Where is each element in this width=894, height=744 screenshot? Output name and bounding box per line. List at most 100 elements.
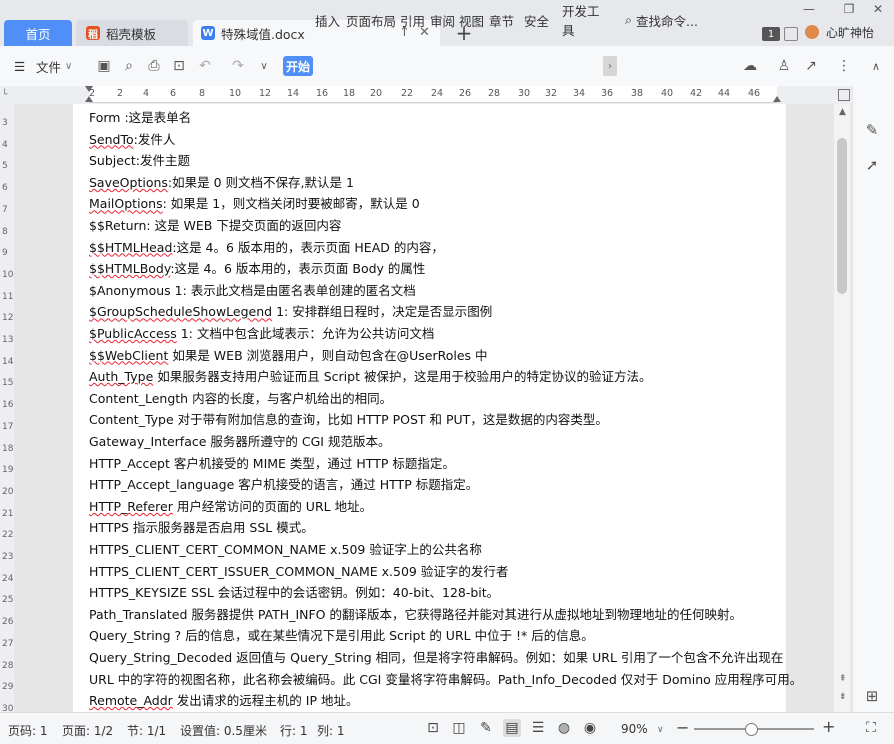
zoom-dropdown-icon[interactable]: ∨ [657, 725, 664, 735]
menu-page-layout[interactable]: 页面布局 [346, 0, 396, 40]
page-view-icon[interactable]: ▤ [503, 719, 521, 737]
menu-references[interactable]: 引用 [400, 0, 425, 40]
ruler-tick-label: 32 [545, 88, 558, 99]
document-line: HTTP_Accept 客户机接受的 MIME 类型，通过 HTTP 标题指定。 [89, 453, 455, 472]
chevron-right-icon[interactable]: › [603, 56, 617, 76]
grid-view-icon[interactable] [784, 27, 798, 41]
write-mode-icon[interactable]: ✎ [477, 719, 495, 737]
menu-view[interactable]: 视图 [459, 0, 484, 40]
outline-list-icon[interactable]: ☰ [529, 719, 547, 737]
field-name: HTTP_Accept_language [89, 477, 235, 493]
quick-access-dropdown-icon[interactable]: ∨ [256, 58, 272, 74]
document-line: $$HTMLBody:这是 4。6 版本用的，表示页面 Body 的属性 [89, 258, 425, 277]
tab-home[interactable]: 首页 [4, 20, 72, 46]
status-setting[interactable]: 设置值: 0.5厘米 [180, 722, 267, 739]
format-painter-icon[interactable]: ⌕ [121, 58, 137, 74]
minimize-icon[interactable]: — [797, 0, 821, 18]
menu-section[interactable]: 章节 [489, 0, 514, 40]
ruler-tick-label: 46 [748, 88, 761, 99]
menu-view-label: 视图 [459, 13, 485, 29]
search-icon: ⌕ [625, 12, 633, 27]
ruler-tick-label: 12 [259, 88, 272, 99]
vertical-ruler-tick-label: 9 [2, 248, 8, 259]
username[interactable]: 心旷神怡 [826, 24, 874, 41]
share-icon[interactable]: ↗ [803, 58, 819, 74]
ruler-corner-icon[interactable]: └ [2, 90, 7, 100]
save-icon[interactable]: ▣ [96, 58, 112, 74]
ruler-tick-label: 8 [199, 88, 206, 99]
zoom-level[interactable]: 90% [621, 722, 648, 736]
document-line: HTTPS_CLIENT_CERT_ISSUER_COMMON_NAME x.5… [89, 561, 508, 580]
menu-review[interactable]: 审阅 [430, 0, 455, 40]
field-name: $$WebClient [89, 347, 169, 363]
cloud-sync-icon[interactable]: ☁ [742, 58, 758, 74]
outline-view-icon[interactable]: ⊡ [424, 719, 442, 737]
vertical-ruler-tick-label: 27 [2, 638, 14, 649]
window-count-badge[interactable]: 1 [762, 27, 780, 41]
right-indent-marker[interactable] [773, 96, 781, 102]
more-icon[interactable]: ⋮ [836, 58, 852, 74]
vertical-ruler-tick-label: 25 [2, 595, 14, 606]
field-name: $GroupScheduleShowLegend [89, 304, 273, 320]
file-menu[interactable]: 文件 ∨ [36, 46, 72, 86]
menu-insert[interactable]: 插入 [315, 0, 340, 40]
menu-developer[interactable]: 开发工具 [562, 0, 602, 40]
restore-icon[interactable]: ❐ [837, 0, 861, 18]
document-line: MailOptions: 如果是 1，则文档关闭时要被邮寄，默认是 0 [89, 193, 420, 212]
web-view-icon[interactable]: ◍ [555, 719, 573, 737]
reading-mode-icon[interactable]: ◫ [450, 719, 468, 737]
redo-icon[interactable]: ↷ [230, 58, 246, 74]
menu-references-label: 引用 [400, 13, 426, 29]
panel-toggle-icon[interactable] [838, 89, 850, 101]
zoom-slider-knob[interactable] [745, 723, 758, 736]
field-name: HTTPS_KEYSIZE [89, 585, 187, 601]
zoom-in-icon[interactable]: + [822, 717, 835, 736]
ruler-tick-label: 40 [661, 88, 674, 99]
close-window-icon[interactable]: ✕ [866, 0, 890, 18]
document-line: SaveOptions:如果是 0 则文档不保存,默认是 1 [89, 172, 354, 191]
status-column[interactable]: 列: 1 [317, 722, 345, 739]
tab-daoke-label: 稻壳模板 [106, 26, 157, 42]
field-description: 用户经常访问的页面的 URL 地址。 [172, 498, 373, 514]
status-row[interactable]: 行: 1 [280, 722, 308, 739]
share-collab-icon[interactable]: ♙ [776, 58, 792, 74]
status-pages[interactable]: 页面: 1/2 [62, 722, 113, 739]
undo-icon[interactable]: ↶ [197, 58, 213, 74]
ruler-tick-label: 20 [370, 88, 383, 99]
search-command[interactable]: ⌕ 查找命令... [625, 0, 698, 40]
field-name: $$Return [89, 218, 147, 233]
document-line: HTTPS_CLIENT_CERT_COMMON_NAME x.509 验证字上… [89, 539, 482, 558]
prev-page-icon[interactable]: ⇞ [839, 674, 847, 684]
edit-pen-icon[interactable]: ✎ [862, 120, 882, 140]
scroll-up-icon[interactable]: ▲ [839, 107, 846, 117]
document-line: HTTP_Accept_language 客户机接受的语言，通过 HTTP 标题… [89, 474, 478, 493]
apps-grid-icon[interactable]: ⊞ [862, 686, 882, 706]
next-page-icon[interactable]: ⇟ [839, 692, 847, 702]
select-cursor-icon[interactable]: ➚ [862, 155, 882, 175]
document-line: HTTPS 指示服务器是否启用 SSL 模式。 [89, 517, 314, 536]
scrollbar-thumb[interactable] [837, 138, 847, 294]
fit-screen-icon[interactable]: ⛶ [862, 719, 880, 737]
eye-protection-icon[interactable]: ◉ [581, 719, 599, 737]
menu-security[interactable]: 安全 [524, 0, 549, 40]
vertical-ruler-tick-label: 4 [2, 139, 8, 150]
status-page-number[interactable]: 页码: 1 [8, 722, 48, 739]
print-preview-icon[interactable]: ⊡ [171, 58, 187, 74]
tab-daoke-templates[interactable]: 稻 稻壳模板 [76, 20, 188, 46]
ruler-tick-label: 4 [143, 88, 150, 99]
menu-hamburger-icon[interactable]: ☰ [14, 46, 25, 86]
document-line: Query_String ? 后的信息，或在某些情况下是引用此 Script 的… [89, 625, 594, 644]
avatar[interactable] [805, 25, 819, 39]
zoom-out-icon[interactable]: − [676, 718, 689, 737]
tab-start[interactable]: 开始 [283, 56, 314, 76]
status-section[interactable]: 节: 1/1 [127, 722, 166, 739]
vertical-ruler-tick-label: 3 [2, 118, 8, 128]
ruler-tick-label: 30 [518, 88, 531, 99]
field-description: :如果是 0 则文档不保存,默认是 1 [167, 174, 354, 190]
field-name: SendTo [89, 131, 134, 147]
collapse-ribbon-icon[interactable]: ∧ [868, 58, 884, 74]
vertical-ruler-tick-label: 20 [2, 486, 14, 497]
ruler-tick-label: 24 [431, 88, 444, 99]
print-icon[interactable]: ⎙ [146, 58, 162, 74]
field-name: Query_String [89, 628, 171, 644]
